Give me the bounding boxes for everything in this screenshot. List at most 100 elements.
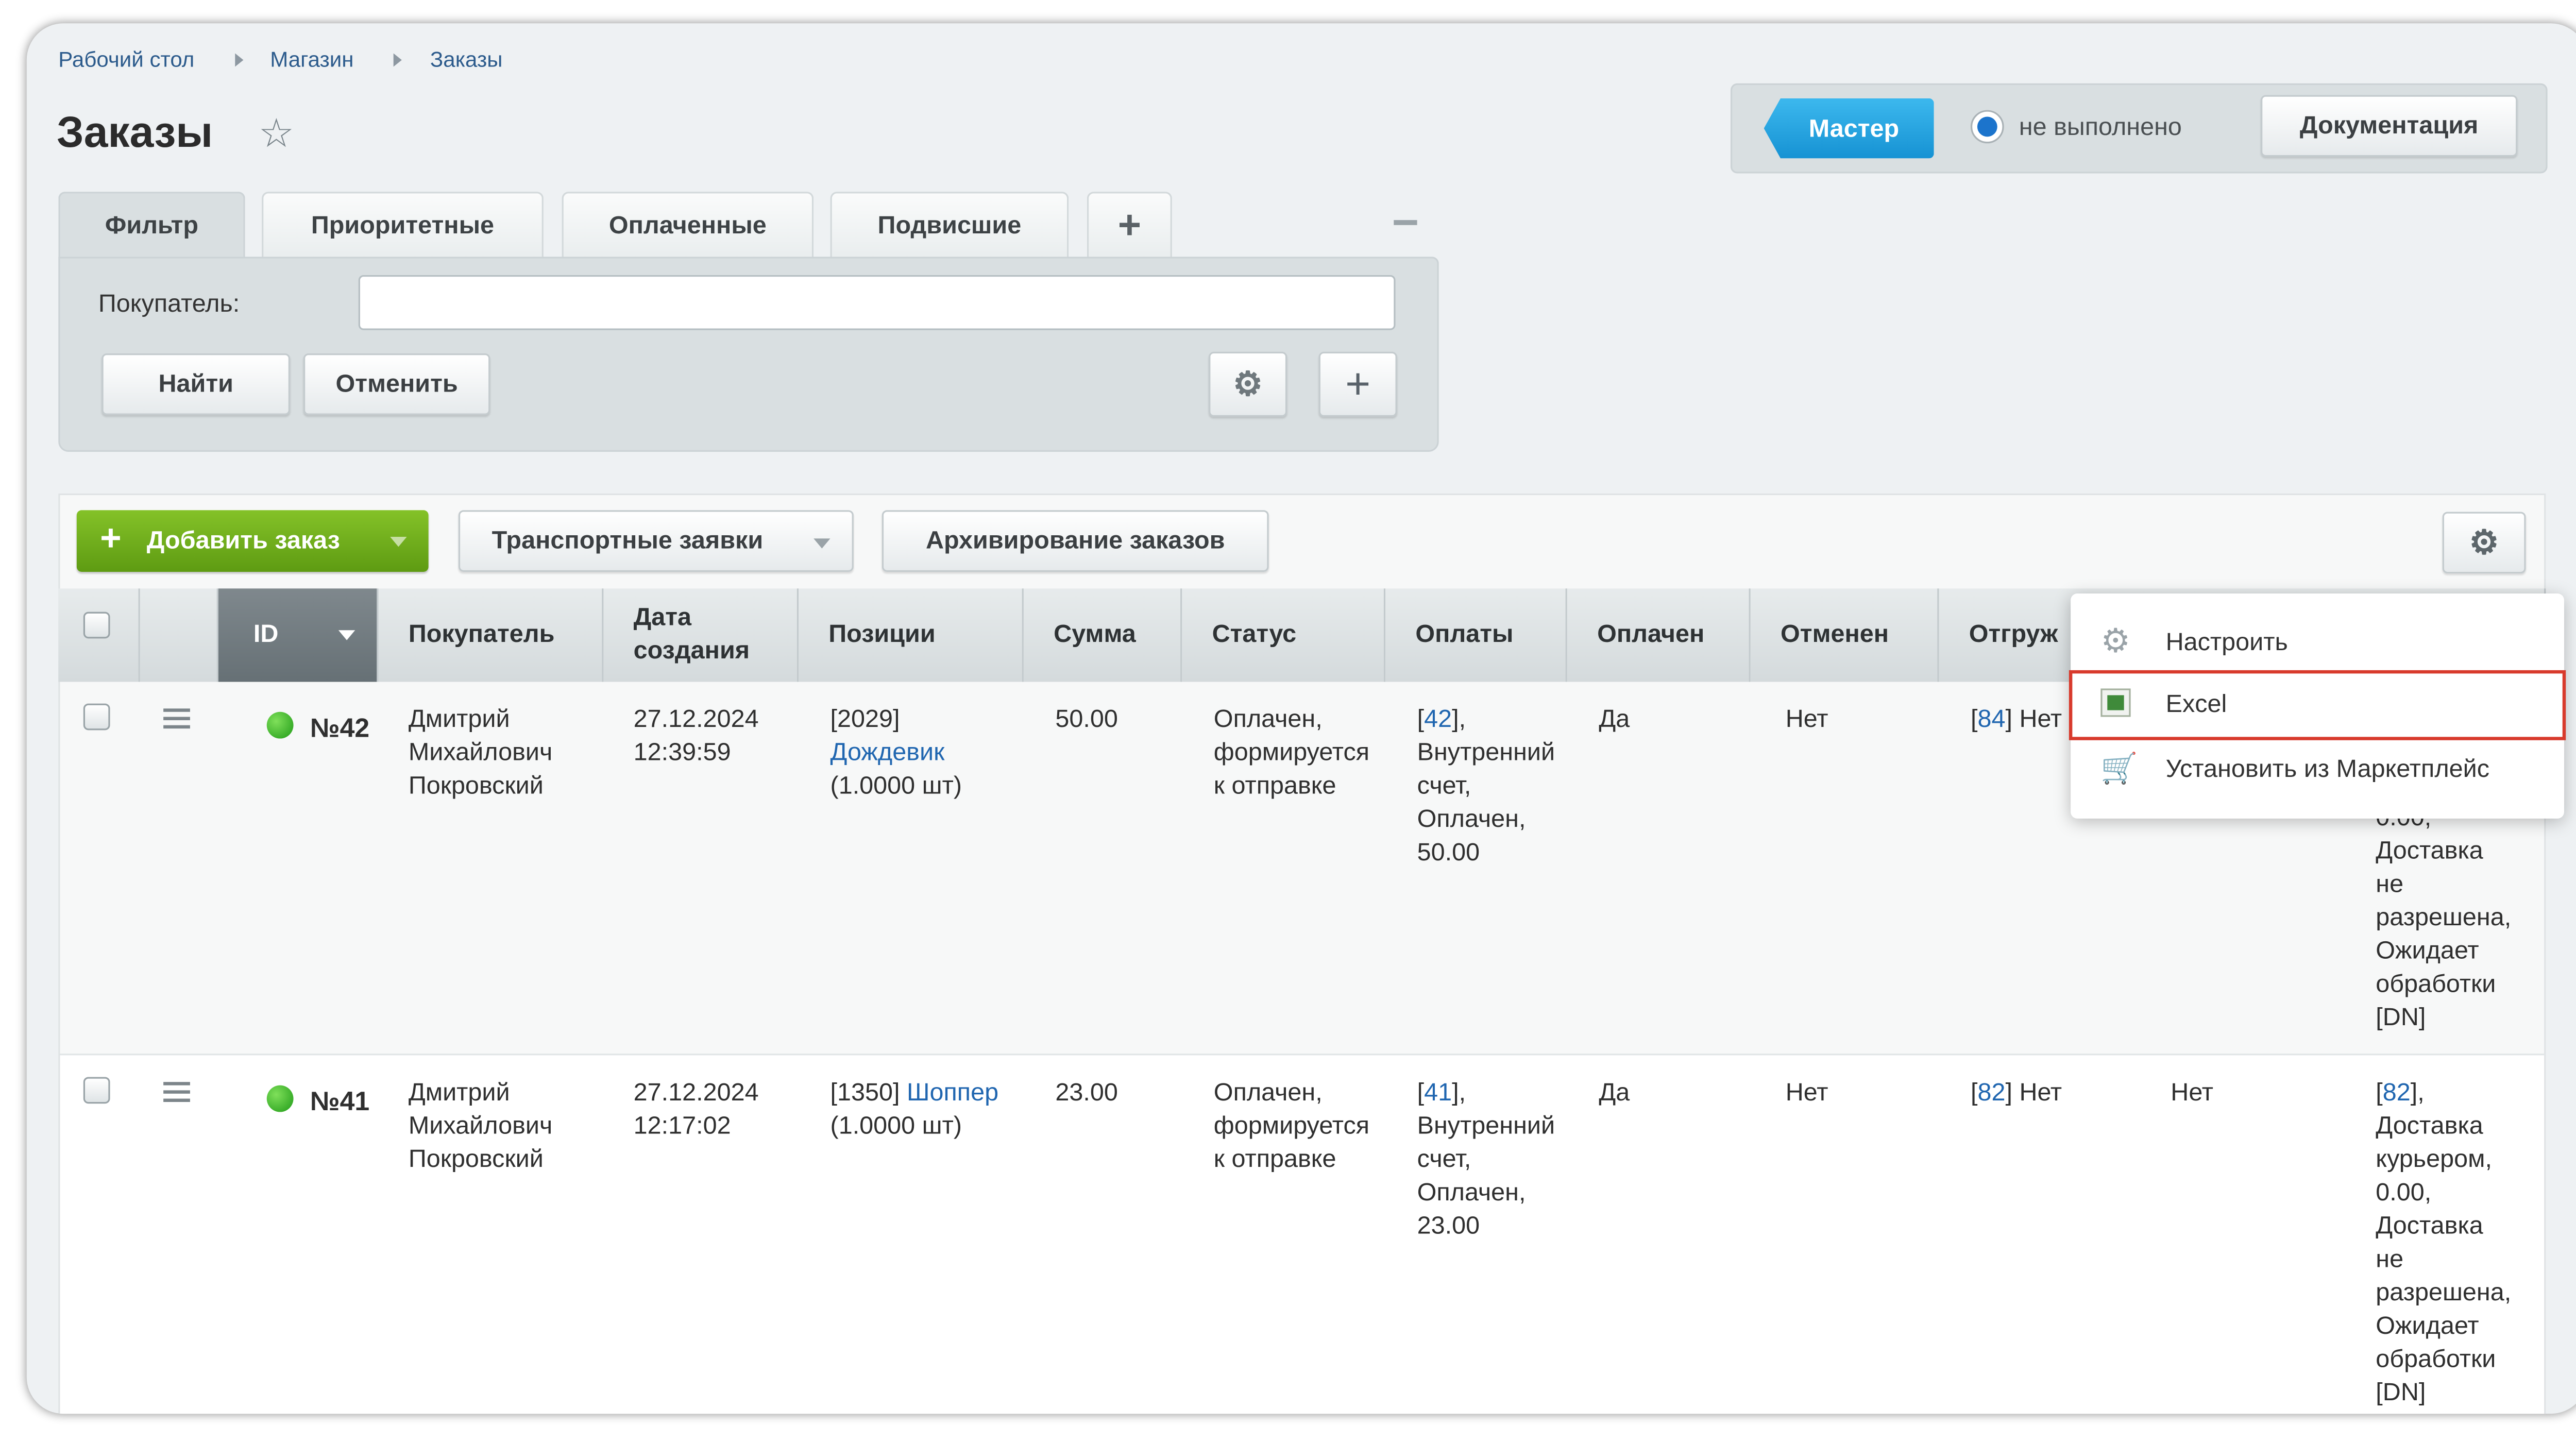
status-line: Оплачен,: [1213, 1078, 1323, 1107]
tab-hanging[interactable]: Подвисшие: [830, 192, 1069, 259]
header-id[interactable]: ID: [218, 588, 379, 682]
canceled-value: Нет: [1785, 705, 1828, 734]
select-all-checkbox[interactable]: [83, 612, 110, 639]
payment-line: 50.00: [1417, 838, 1480, 867]
documentation-button[interactable]: Документация: [2261, 95, 2518, 157]
payment-line: Внутренний: [1417, 1112, 1555, 1141]
payment-link[interactable]: 41: [1424, 1079, 1452, 1107]
buyer-last-name: Покровский: [408, 772, 544, 801]
add-tab-icon[interactable]: +: [1087, 192, 1172, 259]
delivery-line: разрешена,: [2376, 1279, 2512, 1308]
collapse-icon[interactable]: [1394, 220, 1417, 225]
breadcrumb-orders[interactable]: Заказы: [430, 47, 503, 72]
breadcrumb-shop[interactable]: Магазин: [270, 47, 353, 72]
row-menu-icon[interactable]: [163, 1082, 190, 1102]
sort-down-icon: [338, 630, 355, 640]
add-filter-button[interactable]: +: [1318, 351, 1397, 417]
created-date-day: 27.12.2024: [633, 705, 759, 734]
header-date[interactable]: Дата создания: [603, 588, 799, 682]
star-icon[interactable]: ☆: [259, 110, 295, 159]
positions-cell: [2029] Дождевик (1.0000 шт): [831, 704, 962, 804]
header-paid[interactable]: Оплачен: [1567, 588, 1751, 682]
order-id-link[interactable]: №42: [310, 714, 369, 747]
status-text: Оплачен, формируется к отправке: [1214, 704, 1369, 804]
header-positions[interactable]: Позиции: [799, 588, 1024, 682]
payment-line: Оплачен,: [1417, 1178, 1526, 1207]
buyer-link[interactable]: Дмитрий Михайлович Покровский: [409, 704, 552, 804]
position-code: [1350]: [830, 1078, 900, 1107]
delivery-line: Ожидает: [2376, 1312, 2479, 1341]
delivery-cell: 0.00, Доставка не разрешена, Ожидает обр…: [2376, 802, 2511, 1036]
header-sum[interactable]: Сумма: [1023, 588, 1182, 682]
status-line: к отправке: [1213, 772, 1336, 801]
delivery-line: Доставка: [2376, 1212, 2483, 1241]
breadcrumb-desktop[interactable]: Рабочий стол: [58, 47, 194, 72]
row-checkbox[interactable]: [83, 703, 110, 731]
add-order-button[interactable]: + Добавить заказ: [76, 510, 429, 572]
transport-requests-button[interactable]: Транспортные заявки: [458, 510, 854, 572]
delivery-line: 0.00,: [2376, 1178, 2432, 1207]
delivery-link[interactable]: 82: [2383, 1079, 2411, 1107]
status-radio[interactable]: [1970, 110, 2004, 144]
shipment-link[interactable]: 82: [1977, 1079, 2005, 1107]
delivery-line: не: [2376, 1245, 2404, 1274]
status-line: формируется: [1213, 738, 1370, 767]
tab-filter[interactable]: Фильтр: [58, 192, 245, 259]
payment-link[interactable]: 42: [1424, 705, 1452, 734]
created-date: 27.12.2024 12:17:02: [634, 1077, 759, 1143]
position-link[interactable]: Дождевик: [831, 737, 962, 770]
header-id-label: ID: [253, 620, 279, 649]
delivery-line: курьером,: [2376, 1145, 2492, 1174]
row-menu-icon[interactable]: [163, 708, 190, 729]
header-status[interactable]: Статус: [1182, 588, 1386, 682]
shipment-cell: [82] Нет: [1970, 1078, 2062, 1107]
cancel-button[interactable]: Отменить: [303, 353, 490, 415]
delivery-line: [DN]: [2376, 1379, 2426, 1407]
header-buyer[interactable]: Покупатель: [378, 588, 604, 682]
status-label: не выполнено: [2019, 113, 2182, 142]
created-date-time: 12:17:02: [633, 1112, 731, 1141]
delivery-line: не: [2376, 870, 2404, 899]
buyer-link[interactable]: Дмитрий Михайлович Покровский: [409, 1077, 552, 1177]
tab-paid[interactable]: Оплаченные: [562, 192, 814, 259]
buyer-input[interactable]: [358, 275, 1396, 330]
status-text: Оплачен, формируется к отправке: [1214, 1077, 1369, 1177]
excel-highlight-box: [2069, 670, 2566, 740]
menu-item-configure[interactable]: ⚙ Настроить: [2071, 610, 2564, 673]
menu-item-label: Настроить: [2165, 627, 2288, 656]
header-date-line1: Дата: [633, 603, 692, 632]
master-button[interactable]: Мастер: [1764, 98, 1934, 159]
buyer-first-name: Дмитрий: [408, 1078, 510, 1107]
cart-icon: 🛒: [2100, 752, 2138, 786]
payment-line: Внутренний: [1417, 738, 1555, 767]
tab-priority[interactable]: Приоритетные: [262, 192, 544, 259]
created-date: 27.12.2024 12:39:59: [634, 704, 759, 770]
delivery-cell: [82], Доставка курьером, 0.00, Доставка …: [2376, 1077, 2511, 1410]
menu-item-marketplace[interactable]: 🛒 Установить из Маркетплейс: [2071, 737, 2564, 800]
buyer-patronymic: Михайлович: [408, 1112, 553, 1141]
filter-settings-button[interactable]: ⚙: [1209, 351, 1287, 417]
delivery-line: разрешена,: [2376, 903, 2512, 932]
extra-column-value: Нет: [2171, 1078, 2213, 1107]
header-payments[interactable]: Оплаты: [1385, 588, 1567, 682]
shipment-link[interactable]: 84: [1977, 705, 2005, 734]
chevron-down-icon[interactable]: [390, 536, 407, 547]
status-line: к отправке: [1213, 1145, 1336, 1174]
plus-icon: +: [100, 517, 122, 559]
archive-orders-button[interactable]: Архивирование заказов: [882, 510, 1269, 572]
delivery-line: обработки: [2376, 1345, 2496, 1374]
header-date-line2: создания: [633, 637, 750, 666]
buyer-label: Покупатель:: [98, 290, 240, 319]
payments-cell: [42], Внутренний счет, Оплачен, 50.00: [1417, 704, 1555, 871]
buyer-last-name: Покровский: [408, 1145, 544, 1174]
header-canceled[interactable]: Отменен: [1750, 588, 1939, 682]
find-button[interactable]: Найти: [101, 353, 291, 415]
gear-icon: ⚙: [2469, 525, 2499, 562]
row-checkbox[interactable]: [83, 1077, 110, 1104]
grid-settings-button[interactable]: ⚙: [2442, 512, 2526, 574]
position-link[interactable]: Шоппер: [907, 1079, 998, 1107]
buyer-first-name: Дмитрий: [408, 705, 510, 734]
delivery-line: Доставка: [2376, 1112, 2483, 1141]
order-id-link[interactable]: №41: [310, 1087, 369, 1121]
gear-icon: ⚙: [2100, 623, 2131, 660]
